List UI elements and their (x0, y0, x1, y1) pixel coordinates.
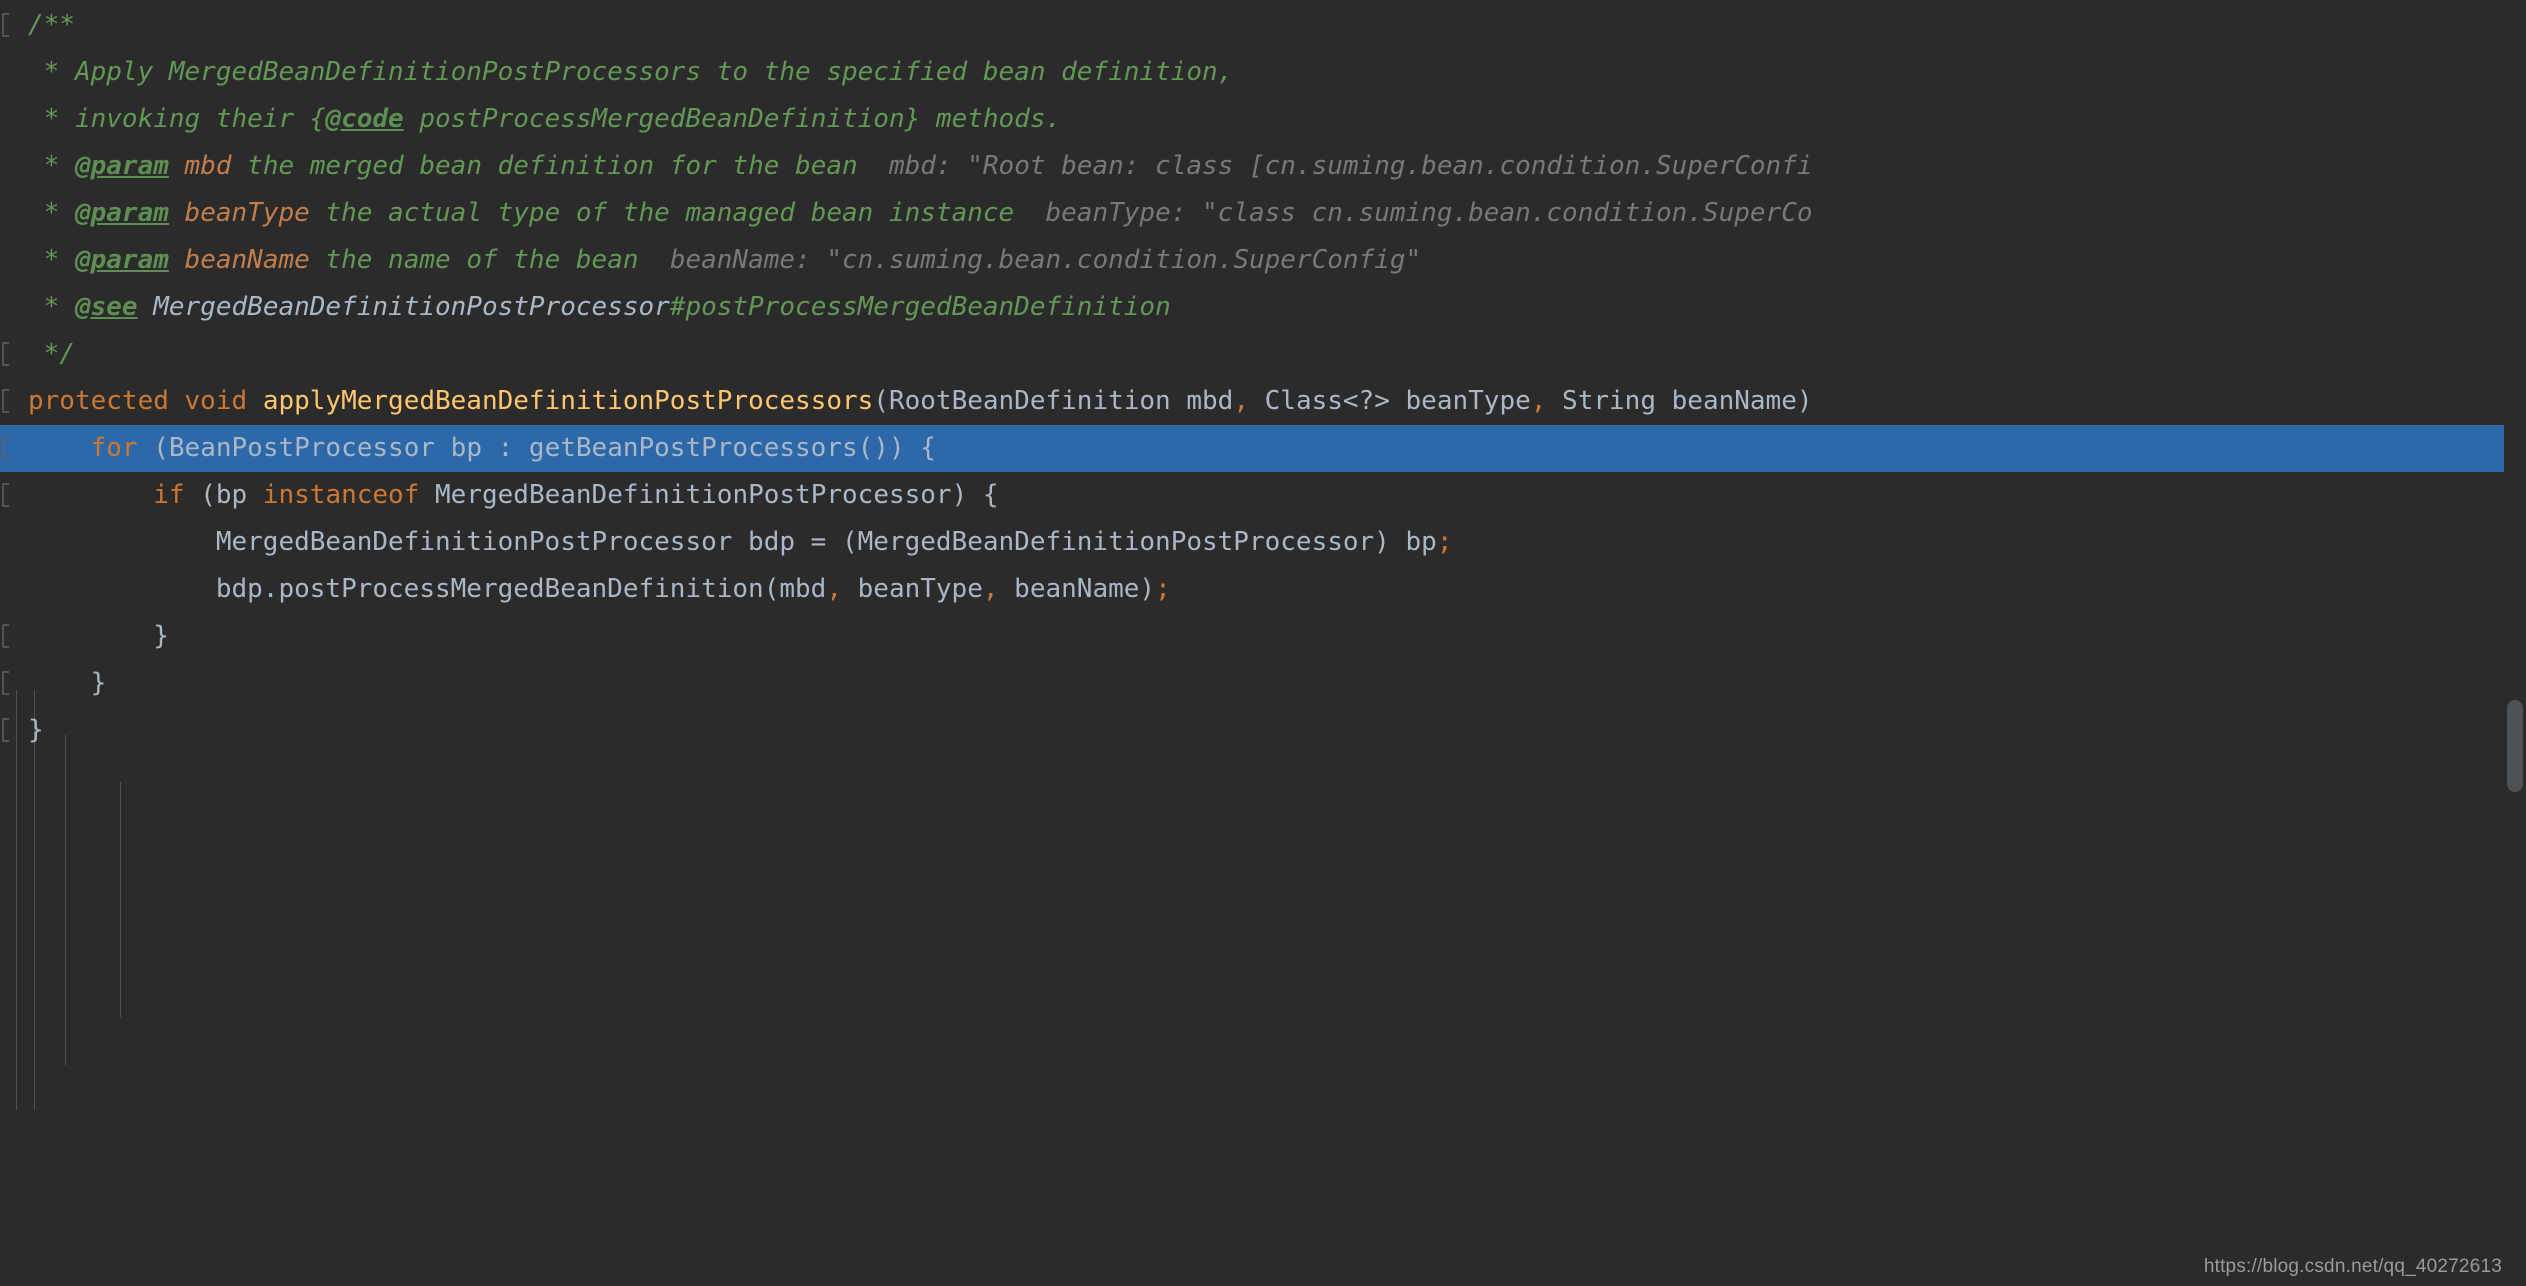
code-line[interactable]: bdp.postProcessMergedBeanDefinition(mbd,… (0, 566, 2526, 613)
code-token-kw: protected void (28, 386, 263, 416)
code-token-punc: String beanName) (1546, 386, 1813, 416)
code-line[interactable]: */ (0, 331, 2526, 378)
code-line[interactable]: * @param mbd the merged bean definition … (0, 143, 2526, 190)
code-token-pname: mbd (184, 151, 232, 181)
fold-start-icon[interactable] (0, 482, 11, 508)
code-token-cmt (169, 143, 185, 190)
code-token-punc: MergedBeanDefinitionPostProcessor bdp = … (28, 527, 1437, 557)
indent-guide (120, 782, 121, 1017)
code-token-cmt: * (28, 151, 75, 181)
code-line[interactable]: } (0, 660, 2526, 707)
code-token-punc (28, 425, 91, 472)
fold-end-icon[interactable] (0, 670, 11, 696)
code-token-tag: @param (74, 198, 169, 228)
code-token-punc: (BeanPostProcessor bp : getBeanPostProce… (137, 433, 936, 463)
code-token-cmt: * Apply MergedBeanDefinitionPostProcesso… (28, 57, 1234, 87)
code-token-hint: mbd: "Root bean: class [cn.suming.bean.c… (857, 151, 1813, 181)
code-token-tag: @param (74, 245, 169, 275)
code-token-op: , (826, 574, 842, 604)
code-token-kw: instanceof (262, 480, 420, 510)
fold-end-icon[interactable] (0, 623, 11, 649)
code-token-punc: Class<?> beanType (1248, 386, 1531, 416)
code-token-hint: beanType: "class cn.suming.bean.conditio… (1014, 198, 1813, 228)
watermark-url: https://blog.csdn.net/qq_40272613 (2203, 1256, 2502, 1277)
code-line[interactable]: for (BeanPostProcessor bp : getBeanPostP… (0, 425, 2526, 472)
code-token-cmt: postProcessMergedBeanDefinition} methods… (403, 104, 1062, 134)
code-token-punc: (bp (184, 480, 263, 510)
code-token-tag: @see (74, 292, 138, 322)
code-token-cmtref: MergedBeanDefinitionPostProcessor (153, 292, 670, 322)
code-token-hint: beanName: "cn.suming.bean.condition.Supe… (638, 245, 1422, 275)
code-token-op: , (982, 574, 999, 604)
code-line[interactable]: /** (0, 2, 2526, 49)
code-token-cmt: the name of the bean (309, 245, 639, 275)
code-token-cmtlink: #postProcessMergedBeanDefinition (669, 292, 1171, 322)
vertical-scrollbar-track[interactable] (2504, 0, 2526, 1286)
code-line[interactable]: * @see MergedBeanDefinitionPostProcessor… (0, 284, 2526, 331)
code-token-cmt: the merged bean definition for the bean (231, 151, 858, 181)
code-token-pname: beanType (184, 198, 310, 228)
code-line[interactable]: * @param beanType the actual type of the… (0, 190, 2526, 237)
code-token-punc: } (28, 715, 44, 745)
vertical-scrollbar-thumb[interactable] (2507, 700, 2523, 792)
code-token-tag: @code (325, 104, 404, 134)
indent-guide (65, 735, 66, 1065)
code-token-cmt: the actual type of the managed bean inst… (309, 198, 1015, 228)
code-line[interactable]: } (0, 613, 2526, 660)
code-token-op: , (1530, 386, 1547, 416)
code-line[interactable]: if (bp instanceof MergedBeanDefinitionPo… (0, 472, 2526, 519)
code-token-punc: beanType (841, 574, 983, 604)
code-token-punc: MergedBeanDefinitionPostProcessor) { (419, 480, 999, 510)
code-token-op: ; (1436, 527, 1453, 557)
fold-start-icon[interactable] (0, 435, 11, 461)
code-line[interactable]: } (0, 707, 2526, 754)
code-token-cmt (169, 237, 185, 284)
code-line[interactable]: * @param beanName the name of the bean b… (0, 237, 2526, 284)
code-token-cmt: * (28, 198, 75, 228)
code-token-punc: bdp.postProcessMergedBeanDefinition(mbd (28, 574, 827, 604)
code-token-punc: } (28, 621, 169, 651)
code-token-op: , (1233, 386, 1249, 416)
code-token-cmt: * invoking their { (28, 104, 326, 134)
code-token-cmt: */ (28, 339, 75, 369)
fold-end-icon[interactable] (0, 341, 11, 367)
code-token-tag: @param (74, 151, 169, 181)
code-line[interactable]: protected void applyMergedBeanDefinition… (0, 378, 2526, 425)
code-token-op: ; (1155, 574, 1171, 604)
code-token-cmt: * (28, 245, 75, 275)
code-token-punc: (RootBeanDefinition mbd (873, 386, 1234, 416)
code-token-cmt (138, 284, 154, 331)
code-token-mname: applyMergedBeanDefinitionPostProcessors (262, 386, 874, 416)
code-token-cmt (169, 190, 185, 237)
code-token-punc: } (28, 668, 107, 698)
code-token-cmt: /** (28, 10, 75, 40)
fold-start-icon[interactable] (0, 388, 11, 414)
code-token-kw: if (153, 480, 185, 510)
code-editor[interactable]: /** * Apply MergedBeanDefinitionPostProc… (0, 0, 2526, 1286)
code-token-pname: beanName (184, 245, 310, 275)
fold-end-icon[interactable] (0, 12, 11, 38)
code-line[interactable]: * invoking their {@code postProcessMerge… (0, 96, 2526, 143)
code-token-punc (28, 472, 153, 519)
code-token-cmt: * (28, 292, 75, 322)
code-line[interactable]: MergedBeanDefinitionPostProcessor bdp = … (0, 519, 2526, 566)
code-line[interactable]: * Apply MergedBeanDefinitionPostProcesso… (0, 49, 2526, 96)
code-token-kw: for (90, 433, 138, 463)
code-token-punc: beanName) (998, 574, 1156, 604)
fold-end-icon[interactable] (0, 717, 11, 743)
